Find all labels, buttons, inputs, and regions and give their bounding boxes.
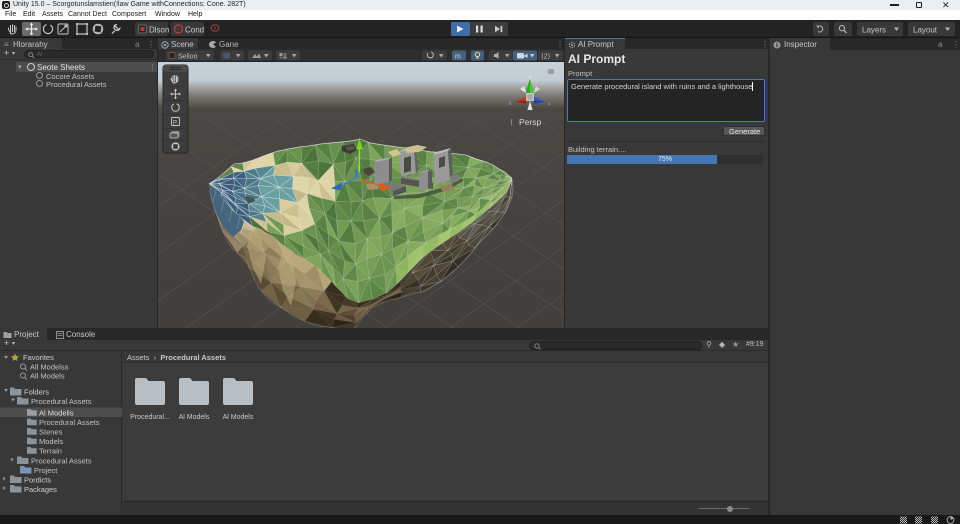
svg-text:All Modelss: All Modelss xyxy=(30,363,69,372)
svg-text:Models: Models xyxy=(39,437,63,446)
svg-text:Al Models: Al Models xyxy=(179,414,210,421)
svg-text:Procedural Assets: Procedural Assets xyxy=(39,418,100,427)
svg-text:⟨: ⟨ xyxy=(510,118,513,127)
svg-text:Project: Project xyxy=(34,466,58,475)
svg-text:m: m xyxy=(455,54,461,61)
svg-text:Persp: Persp xyxy=(519,117,541,127)
svg-text:Terrain: Terrain xyxy=(39,447,62,456)
svg-text:Al Modelis: Al Modelis xyxy=(39,409,74,418)
svg-text:Procedural Assets: Procedural Assets xyxy=(31,397,92,406)
svg-text:Layers: Layers xyxy=(862,26,886,35)
svg-text:Pordicts: Pordicts xyxy=(24,476,51,485)
svg-text:Stenes: Stenes xyxy=(39,428,63,437)
svg-text:Selioo: Selioo xyxy=(178,54,198,61)
svg-text:Favorites: Favorites xyxy=(23,353,54,362)
svg-text:Packages: Packages xyxy=(24,485,57,494)
svg-text:Cond: Cond xyxy=(185,26,204,35)
svg-text:P: P xyxy=(173,121,177,127)
svg-text:Dlson: Dlson xyxy=(149,26,169,35)
svg-text:Procedural...: Procedural... xyxy=(130,414,170,421)
svg-text:Al Models: Al Models xyxy=(223,414,254,421)
svg-text:All Models: All Models xyxy=(30,372,65,381)
svg-text:Layout: Layout xyxy=(913,26,938,35)
svg-text:Procedural Assets: Procedural Assets xyxy=(31,457,92,466)
svg-text:Folders: Folders xyxy=(24,388,49,397)
svg-text:⟨2⟩: ⟨2⟩ xyxy=(541,53,551,61)
